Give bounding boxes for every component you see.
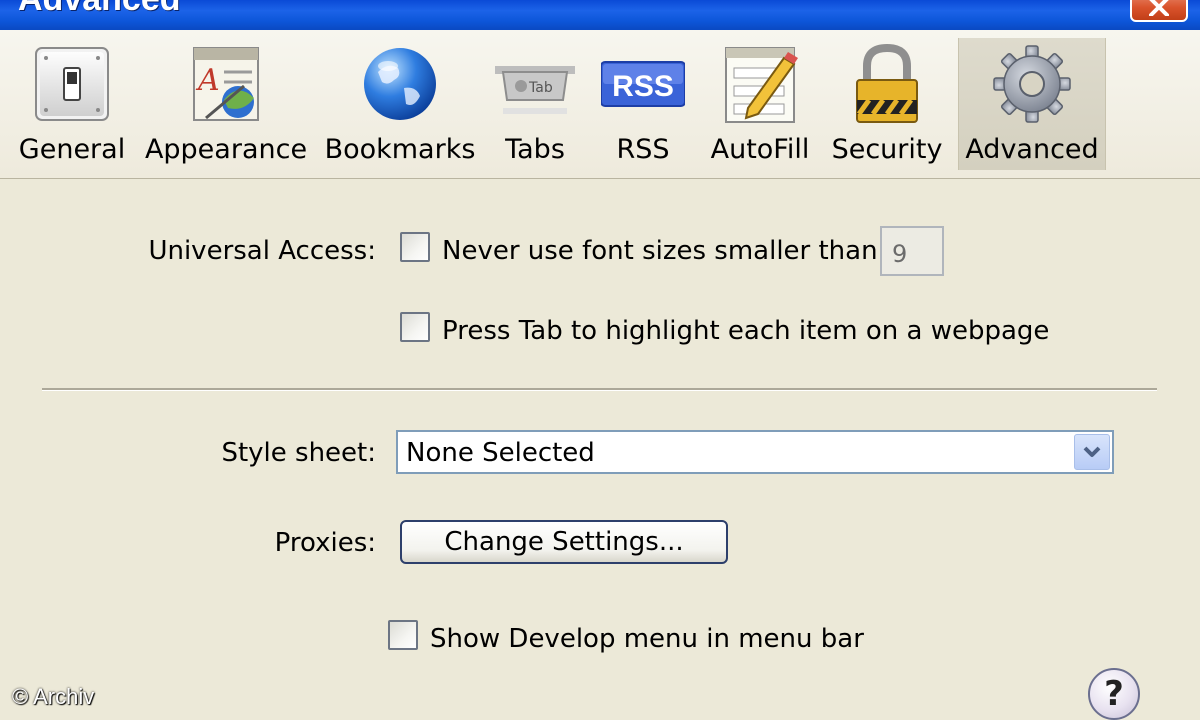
preferences-toolbar: General A Appearance Bookmarks Tab Tabs … [0, 30, 1200, 179]
font-size-field[interactable]: 9 [880, 226, 944, 276]
tab-label: Bookmarks [324, 134, 476, 165]
tab-tabs[interactable]: Tab Tabs [486, 38, 584, 170]
tab-advanced[interactable]: Advanced [958, 38, 1106, 170]
dropdown-button[interactable] [1074, 434, 1110, 470]
change-settings-button[interactable]: Change Settings... [400, 520, 728, 564]
close-icon [1149, 0, 1169, 16]
tab-label: Appearance [144, 134, 308, 165]
style-sheet-label: Style sheet: [221, 438, 376, 468]
help-button[interactable]: ? [1088, 668, 1140, 720]
develop-menu-checkbox-label: Show Develop menu in menu bar [430, 624, 864, 654]
title-bar[interactable]: Advanced [0, 0, 1200, 30]
proxies-label: Proxies: [274, 528, 376, 558]
tab-label: General [18, 134, 126, 165]
rss-icon: RSS [601, 61, 685, 107]
tab-rss[interactable]: RSS RSS [594, 38, 692, 170]
toggle-switch-icon [35, 47, 109, 121]
tab-label: AutoFill [710, 134, 810, 165]
develop-menu-checkbox[interactable] [388, 620, 418, 650]
font-size-checkbox[interactable] [400, 232, 430, 262]
font-size-checkbox-label: Never use font sizes smaller than [442, 236, 878, 266]
tab-highlight-checkbox-label: Press Tab to highlight each item on a we… [442, 316, 1050, 346]
tab-label: Tabs [505, 134, 565, 165]
tabs-icon: Tab [495, 66, 575, 114]
style-sheet-select[interactable]: None Selected [396, 430, 1114, 474]
padlock-icon [856, 43, 918, 123]
tab-label: RSS [616, 134, 670, 165]
rss-icon-text: RSS [612, 70, 674, 103]
tab-security[interactable]: Security [828, 38, 946, 170]
tab-general[interactable]: General [14, 38, 130, 170]
window-title: Advanced [18, 0, 181, 19]
tabs-icon-text: Tab [528, 80, 553, 96]
copyright-watermark: © Archiv [12, 684, 95, 709]
autofill-pencil-icon [725, 47, 798, 123]
globe-icon [364, 48, 436, 120]
tab-autofill[interactable]: AutoFill [702, 38, 818, 170]
preferences-window: Advanced General [0, 0, 1200, 720]
svg-text:A: A [195, 63, 220, 98]
chevron-down-icon [1083, 446, 1101, 457]
universal-access-label: Universal Access: [148, 236, 376, 266]
tab-label: Security [831, 134, 943, 165]
close-button[interactable] [1130, 0, 1188, 22]
tab-highlight-checkbox[interactable] [400, 312, 430, 342]
style-sheet-selected-value: None Selected [406, 438, 595, 468]
tab-label: Advanced [965, 134, 1099, 165]
section-divider [42, 388, 1157, 391]
appearance-icon: A [193, 47, 259, 121]
tab-appearance[interactable]: A Appearance [140, 38, 312, 170]
tab-bookmarks[interactable]: Bookmarks [322, 38, 478, 170]
gear-icon [993, 45, 1071, 123]
